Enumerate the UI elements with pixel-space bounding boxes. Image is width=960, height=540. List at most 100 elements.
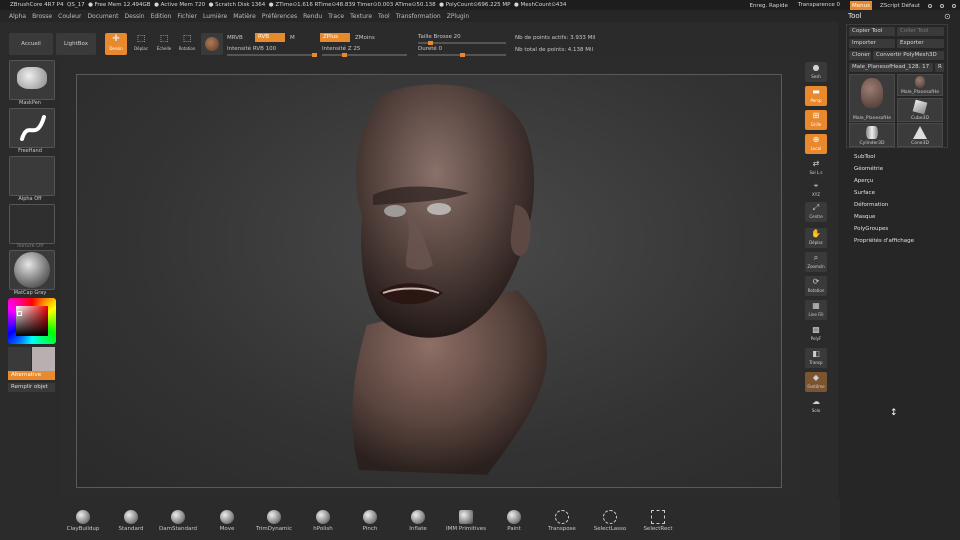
document-canvas[interactable] xyxy=(76,74,782,488)
transp-button[interactable]: ◧ Transp xyxy=(805,348,827,368)
brush-hpolish[interactable]: hPolish xyxy=(298,510,348,532)
maximize-icon[interactable] xyxy=(940,3,944,8)
sculpted-head-model[interactable] xyxy=(77,75,783,489)
focal-slider[interactable] xyxy=(418,53,506,57)
draw-mode-button[interactable]: ✚ Dessin xyxy=(105,33,127,55)
menu-alpha[interactable]: Alpha xyxy=(9,13,26,20)
zscript-default[interactable]: ZScript Défaut xyxy=(880,1,920,11)
close-icon[interactable] xyxy=(952,3,956,8)
mrgb-toggle[interactable]: MRVB xyxy=(227,35,243,41)
main-color-swatch[interactable] xyxy=(8,347,31,371)
menus-button[interactable]: Menus xyxy=(849,0,872,10)
copy-tool-button[interactable]: Copier Tool xyxy=(849,27,895,36)
alternate-button[interactable]: Alternative xyxy=(8,371,55,380)
solo-button[interactable]: ☁ Solo xyxy=(805,396,827,416)
lsym-button[interactable]: ⇄ Sol L.s xyxy=(805,158,827,178)
brush-standard[interactable]: Standard xyxy=(106,510,156,532)
material-selector[interactable] xyxy=(9,250,55,290)
frame-button[interactable]: ⤢ Centre xyxy=(805,202,827,222)
alpha-selector[interactable] xyxy=(9,156,55,196)
brush-selector[interactable] xyxy=(9,60,55,100)
home-button[interactable]: Accueil xyxy=(9,33,53,55)
brush-transpose[interactable]: Transpose xyxy=(537,510,587,532)
tool-thumb-cone[interactable]: Cone3D xyxy=(897,123,943,147)
xyz-button[interactable]: ⌖ XYZ xyxy=(805,180,827,200)
fill-object-button[interactable]: Remplir objet xyxy=(8,383,55,392)
menu-brush[interactable]: Brosse xyxy=(32,13,52,20)
material-swatch[interactable] xyxy=(201,33,223,55)
make-polymesh-button[interactable]: Convertir PolyMesh3D xyxy=(873,51,944,60)
rgb-intensity-slider[interactable] xyxy=(227,53,317,57)
rgb-toggle[interactable]: RVB xyxy=(255,33,285,42)
paste-tool-button[interactable]: Coller Tool xyxy=(897,27,944,36)
zsub-toggle[interactable]: ZMoins xyxy=(355,35,375,41)
menu-render[interactable]: Rendu xyxy=(303,13,322,20)
brush-inflate[interactable]: Inflate xyxy=(393,510,443,532)
menu-color[interactable]: Couleur xyxy=(58,13,81,20)
tool-thumb-head-large[interactable]: Male_PlanesofHe xyxy=(849,74,895,122)
export-button[interactable]: Exporter xyxy=(897,39,944,48)
brush-imm-primitives[interactable]: IMM Primitives xyxy=(441,510,491,532)
z-intensity-knob[interactable] xyxy=(342,53,347,57)
color-cursor[interactable] xyxy=(17,311,22,316)
color-picker[interactable] xyxy=(8,298,56,344)
geometry-section[interactable]: Géométrie xyxy=(854,166,883,172)
zoom-view-button[interactable]: ⌕ ZoomsIn xyxy=(805,252,827,272)
ghost-button[interactable]: ◆ Fantôme xyxy=(805,372,827,392)
brush-pinch[interactable]: Pinch xyxy=(345,510,395,532)
secondary-color-swatch[interactable] xyxy=(32,347,55,371)
menu-document[interactable]: Document xyxy=(87,13,118,20)
rotate-mode-button[interactable]: ⬚ Rotation xyxy=(176,33,198,55)
local-button[interactable]: ⊕ Local xyxy=(805,134,827,154)
lightbox-button[interactable]: LightBox xyxy=(56,33,96,55)
bpr-button[interactable]: ● Sesh xyxy=(805,62,827,82)
menu-preferences[interactable]: Préférences xyxy=(262,13,297,20)
zadd-toggle[interactable]: ZPlus xyxy=(320,33,350,42)
close-panel-icon[interactable]: ⊙ xyxy=(944,12,951,21)
scale-mode-button[interactable]: ⬚ Échelle xyxy=(153,33,175,55)
clone-button[interactable]: Cloner xyxy=(849,51,871,60)
brush-selectrect[interactable]: SelectRect xyxy=(633,510,683,532)
menu-draw[interactable]: Dessin xyxy=(125,13,145,20)
quicksave-button[interactable]: Enreg. Rapide xyxy=(749,1,787,11)
polygroups-section[interactable]: PolyGroupes xyxy=(854,226,888,232)
polyf-button[interactable]: ▩ PolyF xyxy=(805,324,827,344)
surface-section[interactable]: Surface xyxy=(854,190,875,196)
transparency-slider[interactable]: Transparence 0 xyxy=(795,0,842,10)
texture-selector[interactable] xyxy=(9,204,55,244)
menu-edit[interactable]: Edition xyxy=(151,13,172,20)
r-button[interactable]: R xyxy=(935,63,944,72)
brush-selectlasso[interactable]: SelectLasso xyxy=(585,510,635,532)
z-intensity-slider[interactable] xyxy=(322,53,407,57)
preview-section[interactable]: Aperçu xyxy=(854,178,873,184)
brush-paint[interactable]: Paint xyxy=(489,510,539,532)
draw-size-knob[interactable] xyxy=(428,41,433,45)
move-view-button[interactable]: ✋ Déplac xyxy=(805,228,827,248)
current-tool-slider[interactable]: Male_PlanesofHead_128. 17 xyxy=(849,63,933,72)
persp-button[interactable]: ▬ Persp xyxy=(805,86,827,106)
stroke-selector[interactable] xyxy=(9,108,55,148)
linefill-button[interactable]: ▦ Line Fill xyxy=(805,300,827,320)
menu-stroke[interactable]: Trace xyxy=(328,13,344,20)
menu-tool[interactable]: Tool xyxy=(378,13,390,20)
minimize-icon[interactable] xyxy=(928,3,932,8)
brush-trimdynamic[interactable]: TrimDynamic xyxy=(249,510,299,532)
subtool-section[interactable]: SubTool xyxy=(854,154,875,160)
floor-button[interactable]: ⊞ Grille xyxy=(805,110,827,130)
import-button[interactable]: Importer xyxy=(849,39,895,48)
rgb-intensity-knob[interactable] xyxy=(312,53,317,57)
brush-claybuildup[interactable]: ClayBuildup xyxy=(58,510,108,532)
menu-texture[interactable]: Texture xyxy=(350,13,372,20)
brush-move[interactable]: Move xyxy=(202,510,252,532)
focal-knob[interactable] xyxy=(460,53,465,57)
draw-size-slider[interactable] xyxy=(418,41,506,45)
tool-thumb-head-small[interactable]: Male_PlanesofHe xyxy=(897,74,943,96)
tool-thumb-cylinder[interactable]: Cylinder3D xyxy=(849,123,895,147)
menu-transform[interactable]: Transformation xyxy=(396,13,441,20)
display-properties-section[interactable]: Propriétés d'affichage xyxy=(854,238,914,244)
move-mode-button[interactable]: ⬚ Déplac xyxy=(130,33,152,55)
menu-material[interactable]: Matière xyxy=(233,13,256,20)
brush-damstandard[interactable]: DamStandard xyxy=(153,510,203,532)
menu-file[interactable]: Fichier xyxy=(177,13,197,20)
menu-zplugin[interactable]: ZPlugin xyxy=(447,13,469,20)
